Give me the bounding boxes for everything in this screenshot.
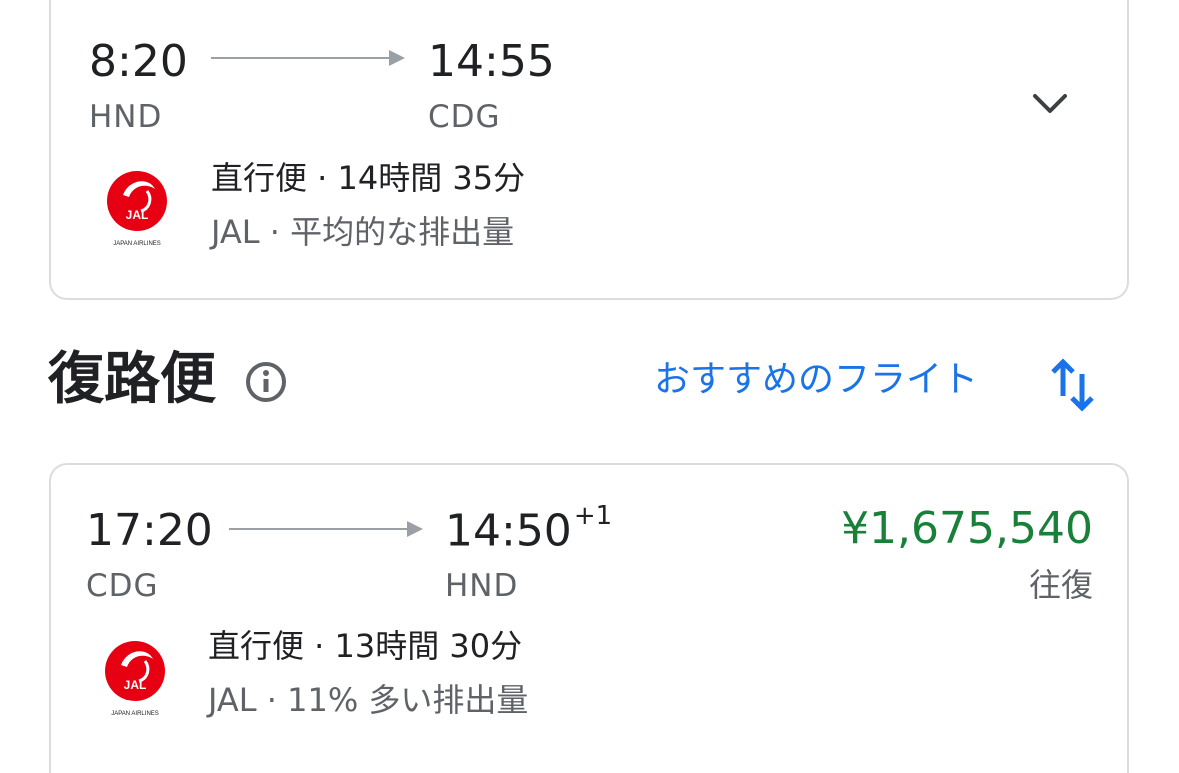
return-airline-emissions: JAL · 11% 多い排出量 xyxy=(208,681,529,719)
svg-text:JAPAN AIRLINES: JAPAN AIRLINES xyxy=(113,241,161,247)
chevron-down-icon[interactable] xyxy=(1032,92,1068,116)
day-offset-badge: +1 xyxy=(573,501,613,531)
svg-text:JAL: JAL xyxy=(124,678,147,692)
outbound-airline-emissions: JAL · 平均的な排出量 xyxy=(211,213,515,251)
return-price: ¥1,675,540 xyxy=(841,503,1093,554)
svg-text:JAPAN AIRLINES: JAPAN AIRLINES xyxy=(111,711,159,717)
return-section-title: 復路便 xyxy=(48,347,216,412)
jal-logo-icon: JAL JAPAN AIRLINES xyxy=(101,635,181,725)
outbound-stops-duration: 直行便 · 14時間 35分 xyxy=(211,159,526,197)
return-depart-time: 17:20 xyxy=(86,505,213,556)
return-arrive-time: 14:50+1 xyxy=(445,503,612,557)
return-stops-duration: 直行便 · 13時間 30分 xyxy=(208,627,523,665)
return-route-arrowhead xyxy=(407,521,423,537)
sort-dropdown-label[interactable]: おすすめのフライト xyxy=(654,362,978,398)
return-arrive-time-value: 14:50 xyxy=(445,505,572,557)
outbound-route-line xyxy=(211,57,391,59)
return-depart-airport: CDG xyxy=(86,568,159,604)
outbound-depart-airport: HND xyxy=(89,99,163,135)
outbound-route-arrowhead xyxy=(389,50,405,66)
svg-text:JAL: JAL xyxy=(126,208,149,222)
outbound-flight-card[interactable]: 8:20 14:55 HND CDG JAL JAPAN AIRLINES 直行… xyxy=(49,0,1129,300)
info-icon[interactable] xyxy=(242,358,290,406)
jal-logo-icon: JAL JAPAN AIRLINES xyxy=(103,165,183,255)
sort-arrows-icon[interactable] xyxy=(1048,356,1098,414)
outbound-arrive-airport: CDG xyxy=(428,99,501,135)
return-flight-card[interactable]: 17:20 14:50+1 ¥1,675,540 CDG HND 往復 JAL … xyxy=(49,463,1129,773)
outbound-depart-time: 8:20 xyxy=(89,36,188,87)
return-arrive-airport: HND xyxy=(445,568,519,604)
return-route-line xyxy=(229,528,409,530)
trip-type-label: 往復 xyxy=(1028,566,1093,604)
outbound-arrive-time: 14:55 xyxy=(428,36,555,87)
